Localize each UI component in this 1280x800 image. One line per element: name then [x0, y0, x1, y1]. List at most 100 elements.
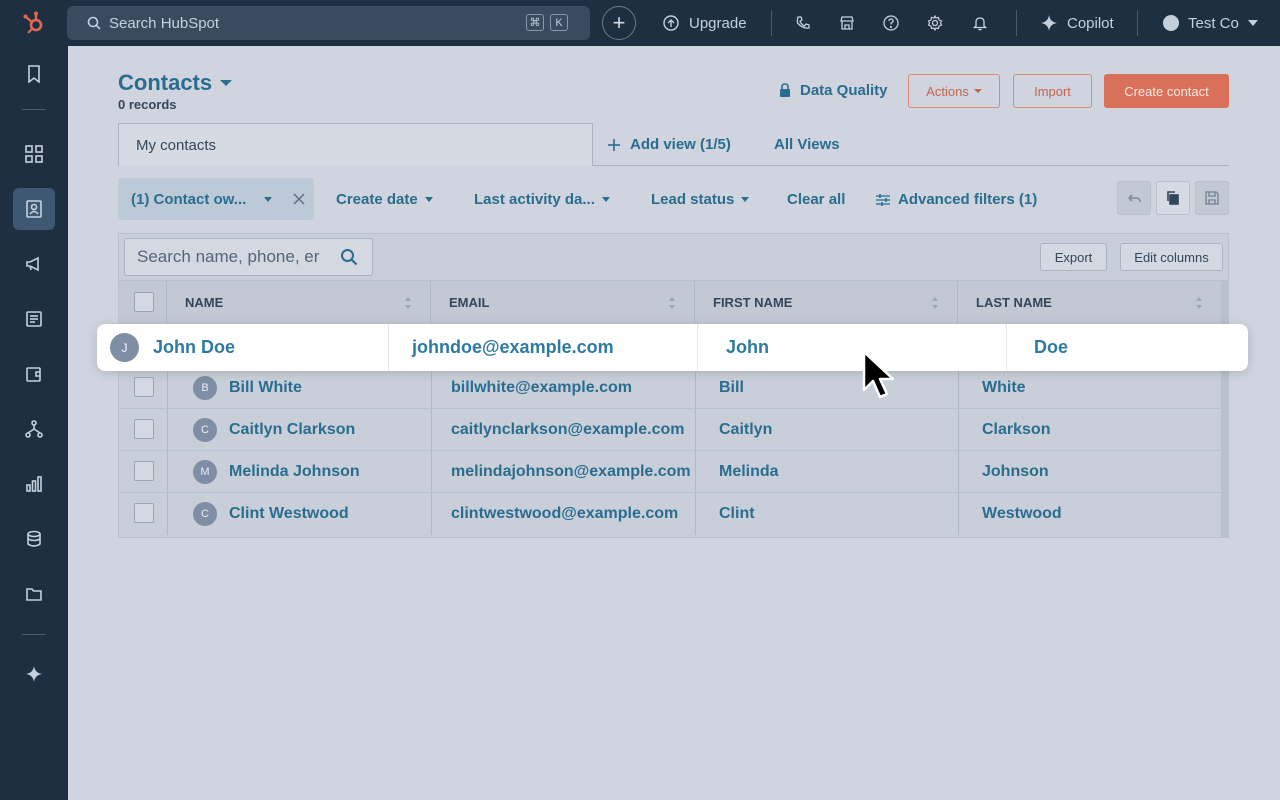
contact-name: Clint Westwood: [229, 504, 349, 522]
all-views-link[interactable]: All Views: [774, 136, 840, 153]
help-button[interactable]: [883, 0, 899, 46]
edit-columns-button[interactable]: Edit columns: [1120, 243, 1223, 271]
table-toolbar: Search name, phone, er Export Edit colum…: [119, 234, 1228, 280]
column-header-label: EMAIL: [449, 295, 490, 310]
avatar: C: [193, 501, 217, 526]
table-row[interactable]: M Melinda Johnson melindajohnson@example…: [119, 450, 1228, 493]
column-header-email[interactable]: EMAIL: [431, 281, 695, 324]
column-header-name[interactable]: NAME: [167, 281, 431, 324]
sidebar-item-breeze[interactable]: [24, 664, 44, 684]
row-checkbox[interactable]: [134, 503, 154, 523]
sidebar-item-marketing[interactable]: [24, 254, 44, 274]
upgrade-button[interactable]: Upgrade: [663, 0, 747, 46]
column-divider: [695, 367, 696, 409]
add-view-button[interactable]: Add view (1/5): [608, 136, 731, 153]
contact-last-name: Johnson: [982, 462, 1049, 480]
tab-underline: [593, 165, 1229, 166]
create-contact-label: Create contact: [1124, 83, 1209, 99]
table-row[interactable]: C Clint Westwood clintwestwood@example.c…: [119, 492, 1228, 535]
copilot-button[interactable]: Copilot: [1040, 0, 1114, 46]
import-button[interactable]: Import: [1013, 74, 1092, 108]
table-scrollbar[interactable]: [1221, 280, 1228, 537]
contact-email[interactable]: melindajohnson@example.com: [451, 451, 691, 492]
nav-divider: [771, 10, 772, 36]
notifications-button[interactable]: [972, 0, 988, 46]
page-title[interactable]: Contacts: [118, 70, 233, 96]
sidebar-item-data[interactable]: [24, 529, 44, 549]
sidebar-item-commerce[interactable]: [24, 364, 44, 384]
avatar: B: [193, 375, 217, 400]
nav-divider: [1137, 10, 1138, 36]
account-menu[interactable]: Test Co: [1163, 0, 1258, 46]
edit-columns-label: Edit columns: [1134, 249, 1209, 265]
chevron-down-icon: [741, 197, 750, 202]
undo-button[interactable]: [1117, 181, 1151, 215]
table-row[interactable]: B Bill White billwhite@example.com Bill …: [119, 366, 1228, 409]
all-views-label: All Views: [774, 136, 840, 153]
filter-last-activity[interactable]: Last activity da...: [474, 191, 610, 208]
contact-name-link[interactable]: B Bill White: [193, 367, 302, 408]
contact-name-link[interactable]: M Melinda Johnson: [193, 451, 360, 492]
close-icon[interactable]: [293, 193, 305, 205]
clear-all-button[interactable]: Clear all: [787, 191, 845, 208]
marketplace-button[interactable]: [839, 0, 855, 46]
table-search-placeholder: Search name, phone, er: [137, 247, 320, 266]
chevron-down-icon: [601, 197, 610, 202]
grid-icon: [25, 145, 43, 163]
sidebar-item-content[interactable]: [24, 309, 44, 329]
avatar: J: [110, 333, 139, 362]
data-quality-link[interactable]: Data Quality: [778, 82, 888, 99]
column-divider: [167, 409, 168, 451]
create-new-button[interactable]: +: [602, 6, 636, 40]
kbd-k: K: [550, 14, 568, 31]
column-divider: [431, 493, 432, 535]
sidebar-item-reporting[interactable]: [24, 474, 44, 494]
row-checkbox[interactable]: [134, 377, 154, 397]
hubspot-logo[interactable]: [0, 10, 68, 36]
export-button[interactable]: Export: [1040, 243, 1107, 271]
contact-email[interactable]: clintwestwood@example.com: [451, 493, 678, 534]
highlighted-contact-email[interactable]: johndoe@example.com: [412, 324, 614, 371]
create-contact-button[interactable]: Create contact: [1104, 74, 1229, 108]
clone-view-button[interactable]: [1156, 181, 1190, 215]
contact-name-link[interactable]: C Caitlyn Clarkson: [193, 409, 355, 450]
column-divider: [167, 367, 168, 409]
filter-lead-status[interactable]: Lead status: [651, 191, 750, 208]
column-header-last-name[interactable]: LAST NAME: [958, 281, 1222, 324]
top-nav: Search HubSpot ⌘ K + Upgrade Copilot Tes…: [0, 0, 1280, 46]
sidebar-item-library[interactable]: [24, 584, 44, 604]
column-header-first-name[interactable]: FIRST NAME: [695, 281, 958, 324]
row-checkbox[interactable]: [134, 461, 154, 481]
calling-button[interactable]: [795, 0, 811, 46]
global-search[interactable]: Search HubSpot ⌘ K: [67, 6, 590, 40]
nav-divider: [1016, 10, 1017, 36]
save-view-button[interactable]: [1195, 181, 1229, 215]
sort-icon: [932, 297, 938, 309]
filter-create-date[interactable]: Create date: [336, 191, 433, 208]
sort-icon: [405, 297, 411, 309]
highlighted-contact-row[interactable]: J John Doe johndoe@example.com John Doe: [97, 324, 1248, 371]
upgrade-icon: [663, 15, 679, 31]
sidebar-item-bookmarks[interactable]: [24, 64, 44, 84]
row-checkbox[interactable]: [134, 419, 154, 439]
sidebar-item-workspaces[interactable]: [24, 144, 44, 164]
advanced-filters-button[interactable]: Advanced filters (1): [876, 191, 1037, 208]
contact-name-link[interactable]: C Clint Westwood: [193, 493, 349, 534]
contact-email[interactable]: caitlynclarkson@example.com: [451, 409, 684, 450]
chevron-down-icon: [973, 89, 982, 93]
table-search-input[interactable]: Search name, phone, er: [124, 238, 373, 276]
highlighted-contact-name[interactable]: J John Doe: [110, 324, 235, 371]
contact-email[interactable]: billwhite@example.com: [451, 367, 632, 408]
sliders-icon: [876, 193, 890, 206]
bar-chart-icon: [26, 476, 42, 492]
sidebar-item-contacts[interactable]: [24, 199, 44, 219]
filter-contact-owner-label: (1) Contact ow...: [131, 190, 247, 208]
actions-button[interactable]: Actions: [908, 74, 1000, 108]
contact-last-name: White: [982, 378, 1026, 396]
sidebar-item-automation[interactable]: [24, 419, 44, 439]
tab-my-contacts[interactable]: My contacts: [118, 123, 593, 166]
table-row[interactable]: C Caitlyn Clarkson caitlynclarkson@examp…: [119, 408, 1228, 451]
settings-button[interactable]: [927, 0, 943, 46]
select-all-checkbox[interactable]: [134, 292, 154, 312]
filter-contact-owner[interactable]: (1) Contact ow...: [118, 178, 314, 220]
